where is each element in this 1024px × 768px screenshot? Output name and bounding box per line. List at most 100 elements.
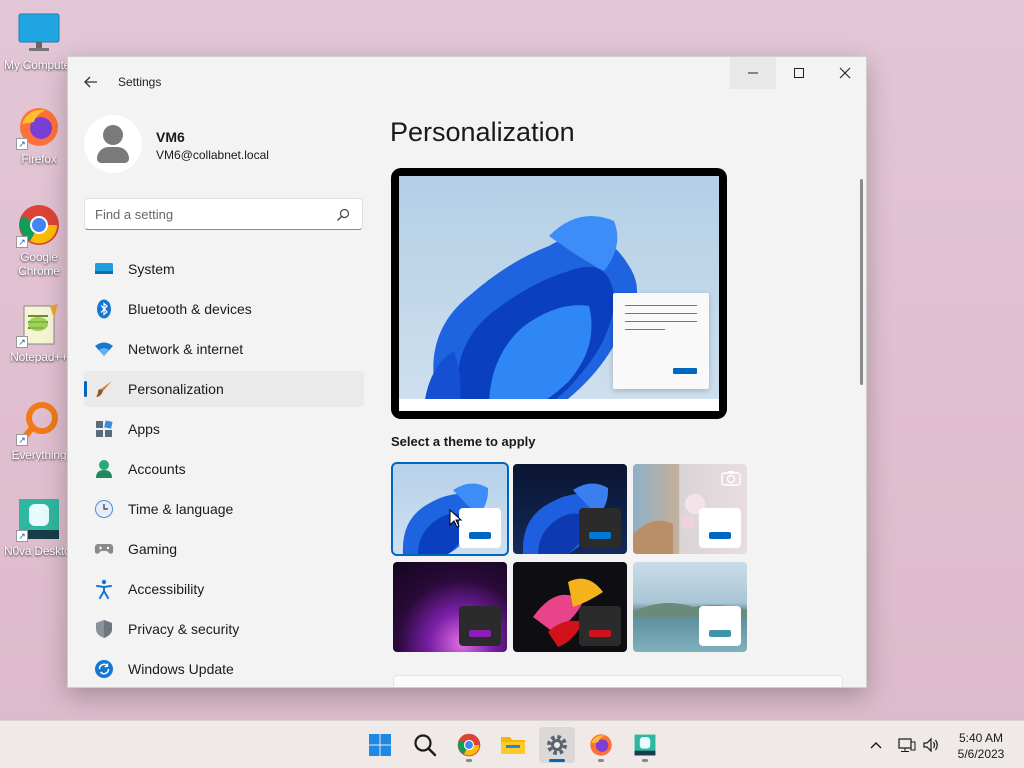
- sidebar-item-system[interactable]: System: [84, 251, 364, 287]
- sidebar-item-label: Personalization: [128, 381, 224, 397]
- clock-time: 5:40 AM: [958, 731, 1004, 745]
- taskbar-nova-desktop[interactable]: [627, 727, 663, 763]
- monitor-icon: [16, 10, 62, 56]
- system-icon: [94, 259, 114, 279]
- sidebar-item-label: Time & language: [128, 501, 234, 517]
- sidebar-item-accounts[interactable]: Accounts: [84, 451, 364, 487]
- search-icon[interactable]: [336, 208, 350, 222]
- nova-desktop-icon: [634, 734, 656, 756]
- settings-window: Settings VM6 VM6@collabnet.local System …: [67, 56, 867, 688]
- arrow-left-icon: [84, 76, 97, 88]
- file-explorer-icon: [501, 737, 525, 754]
- avatar: [84, 115, 142, 173]
- sidebar-item-label: Privacy & security: [128, 621, 240, 637]
- minimize-button[interactable]: [730, 57, 776, 89]
- taskbar-file-explorer[interactable]: [495, 727, 531, 763]
- network-icon: [898, 738, 916, 752]
- sidebar-item-windows-update[interactable]: Windows Update: [84, 651, 364, 687]
- nova-desktop-icon: ↗: [16, 496, 62, 542]
- clock-globe-icon: [94, 499, 114, 519]
- sidebar-item-privacy-security[interactable]: Privacy & security: [84, 611, 364, 647]
- accounts-icon: [94, 459, 114, 479]
- title-bar[interactable]: Settings: [68, 57, 866, 105]
- start-button[interactable]: [362, 727, 398, 763]
- apps-icon: [94, 419, 114, 439]
- chevron-up-icon: [870, 742, 882, 749]
- mouse-cursor-icon: [449, 509, 463, 528]
- app-title: Settings: [118, 75, 162, 89]
- desktop-icon-label: Everything: [11, 448, 67, 462]
- close-button[interactable]: [822, 57, 866, 89]
- search-input[interactable]: [85, 199, 315, 229]
- notepadpp-icon: ↗: [16, 302, 62, 348]
- sidebar-item-time-language[interactable]: Time & language: [84, 491, 364, 527]
- wifi-icon: [94, 339, 114, 359]
- desktop-icon-nova[interactable]: ↗ N0va Desktop: [4, 496, 74, 558]
- desktop-icon-my-computer[interactable]: My Computer: [4, 10, 74, 72]
- sidebar-item-label: Network & internet: [128, 341, 244, 357]
- desktop-icon-notepadpp[interactable]: ↗ Notepad++: [4, 302, 74, 364]
- theme-windows-dark[interactable]: [513, 464, 627, 554]
- taskbar-settings[interactable]: [539, 727, 575, 763]
- brush-icon: [94, 379, 114, 399]
- accessibility-icon: [94, 579, 114, 599]
- search-box[interactable]: [84, 198, 363, 230]
- sidebar-item-accessibility[interactable]: Accessibility: [84, 571, 364, 607]
- search-icon: [414, 734, 437, 757]
- theme-captured-motion[interactable]: [633, 464, 747, 554]
- user-email: VM6@collabnet.local: [156, 148, 269, 162]
- firefox-icon: ↗: [16, 104, 62, 150]
- desktop-icon-label: Google Chrome: [18, 250, 60, 278]
- maximize-icon: [794, 68, 804, 78]
- taskbar: 5:40 AM 5/6/2023: [0, 720, 1024, 768]
- sidebar-item-label: Accounts: [128, 461, 186, 477]
- network-status-button[interactable]: [896, 721, 918, 768]
- clock-date: 5/6/2023: [957, 747, 1005, 761]
- theme-section-heading: Select a theme to apply: [391, 434, 536, 449]
- sidebar-item-label: Accessibility: [128, 581, 205, 597]
- everything-icon: ↗: [16, 400, 62, 446]
- shield-icon: [94, 619, 114, 639]
- scrollbar-thumb[interactable]: [860, 179, 863, 385]
- desktop-icon-firefox[interactable]: ↗ Firefox: [4, 104, 74, 166]
- theme-sunrise[interactable]: [633, 562, 747, 652]
- theme-preview: [391, 168, 727, 419]
- system-clock[interactable]: 5:40 AM 5/6/2023: [945, 730, 1017, 762]
- settings-icon: [547, 735, 567, 755]
- sidebar-item-label: Bluetooth & devices: [128, 301, 252, 317]
- desktop-icon-chrome[interactable]: ↗ Google Chrome: [4, 202, 74, 278]
- user-name: VM6: [156, 129, 185, 145]
- chrome-icon: [457, 733, 481, 757]
- preview-taskbar: [399, 399, 719, 411]
- camera-icon: [721, 471, 741, 486]
- sidebar-item-network[interactable]: Network & internet: [84, 331, 364, 367]
- sidebar-item-label: Windows Update: [128, 661, 234, 677]
- theme-glow[interactable]: [393, 562, 507, 652]
- desktop-icon-label: Firefox: [21, 152, 57, 166]
- sidebar-item-bluetooth[interactable]: Bluetooth & devices: [84, 291, 364, 327]
- taskbar-search-button[interactable]: [407, 727, 443, 763]
- firefox-icon: [590, 734, 612, 756]
- maximize-button[interactable]: [776, 57, 822, 89]
- preview-desktop: [399, 176, 719, 411]
- taskbar-chrome[interactable]: [451, 727, 487, 763]
- back-button[interactable]: [80, 71, 102, 93]
- sidebar-item-apps[interactable]: Apps: [84, 411, 364, 447]
- desktop-icon-label: My Computer: [4, 58, 74, 72]
- volume-button[interactable]: [920, 721, 942, 768]
- sidebar-item-gaming[interactable]: Gaming: [84, 531, 364, 567]
- gamepad-icon: [94, 539, 114, 559]
- page-title: Personalization: [390, 117, 575, 147]
- settings-card[interactable]: [393, 675, 843, 687]
- sidebar-item-label: System: [128, 261, 175, 277]
- show-hidden-icons-button[interactable]: [866, 721, 886, 768]
- desktop-icon-label: Notepad++: [10, 350, 68, 364]
- taskbar-firefox[interactable]: [583, 727, 619, 763]
- minimize-icon: [748, 72, 758, 74]
- user-profile[interactable]: VM6 VM6@collabnet.local: [84, 115, 269, 173]
- start-icon: [369, 734, 391, 756]
- update-icon: [94, 659, 114, 679]
- desktop-icon-everything[interactable]: ↗ Everything: [4, 400, 74, 462]
- theme-flow[interactable]: [513, 562, 627, 652]
- sidebar-item-personalization[interactable]: Personalization: [84, 371, 364, 407]
